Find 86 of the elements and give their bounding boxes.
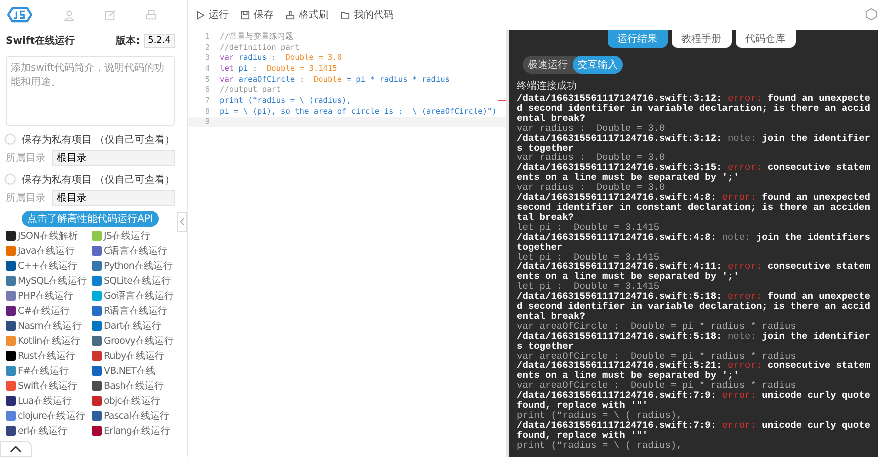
language-link[interactable]: Java在线运行 (6, 244, 75, 258)
language-link[interactable]: R语言在线运行 (92, 304, 168, 318)
printer-icon[interactable] (146, 10, 157, 20)
output-tab[interactable]: 代码仓库 (736, 30, 796, 48)
language-link[interactable]: Nasm在线运行 (6, 319, 82, 333)
description-field[interactable]: 添加swift代码简介，说明代码的功能和用途。 (6, 56, 175, 126)
language-link[interactable]: Rust在线运行 (6, 349, 76, 363)
terminal-source-line: var areaOfCircle : Double = pi * radius * radius (517, 381, 796, 392)
page-title: Swift在线运行 (6, 34, 76, 48)
language-link[interactable]: F#在线运行 (6, 364, 70, 378)
language-link[interactable]: SQLite在线运行 (92, 274, 172, 288)
terminal-status: 终端连接成功 (517, 82, 578, 94)
mode-toggle[interactable]: 极速运行 (523, 56, 573, 74)
language-link[interactable]: Groovy在线运行 (92, 334, 174, 348)
language-link[interactable]: JS在线运行 (92, 229, 150, 243)
language-link[interactable]: erl在线运行 (6, 424, 68, 438)
terminal-diagnostic: /data/166315561117124716.swift:4:11: error: consecutive statements on a line must be separated by ';' (517, 262, 872, 282)
language-link[interactable]: Erlang在线运行 (92, 424, 170, 438)
language-link[interactable]: Ruby在线运行 (92, 349, 165, 363)
language-link[interactable]: objc在线运行 (92, 394, 161, 408)
terminal-source-line: var radius : Double = 3.0 (517, 183, 666, 194)
edit-icon[interactable] (105, 10, 116, 20)
terminal-diagnostic: /data/166315561117124716.swift:5:21: error: consecutive statements on a line must be separated by ';' (517, 361, 872, 382)
terminal-diagnostic: /data/166315561117124716.swift:3:12: note: join the identifiers together (517, 134, 872, 154)
scroll-up-button[interactable] (0, 441, 32, 457)
language-link[interactable]: VB.NET在线 (92, 364, 156, 378)
language-link[interactable]: Go语言在线运行 (92, 289, 174, 303)
toggle-label: 保存为私有项目 （仅自己可查看） (22, 134, 175, 146)
terminal-source-line: let pi : Double = 3.1415 (517, 282, 660, 292)
toggle-switch[interactable] (6, 135, 14, 144)
folder-field[interactable]: 根目录 (52, 150, 175, 166)
terminal-source-line: var areaOfCircle : Double = pi * radius * radius (517, 352, 796, 362)
language-link[interactable]: Python在线运行 (92, 259, 173, 273)
terminal-source-line: var radius : Double = 3.0 (517, 153, 666, 164)
language-link[interactable]: Lua在线运行 (6, 394, 72, 408)
toolbar-button[interactable]: 运行 (194, 8, 231, 22)
terminal-diagnostic: /data/166315561117124716.swift:7:9: error: unicode curly quote found, replace with '"' (517, 420, 872, 441)
language-link[interactable]: C语言在线运行 (92, 244, 168, 258)
language-link[interactable]: C++在线运行 (6, 259, 78, 273)
terminal-diagnostic: /data/166315561117124716.swift:5:18: error: found an unexpected second identifier in variable declaration; is there an accidental break? (517, 292, 872, 322)
mode-toggle[interactable]: 交互输入 (573, 56, 623, 74)
language-link[interactable]: clojure在线运行 (6, 409, 86, 423)
language-link[interactable]: Dart在线运行 (92, 319, 162, 333)
collapse-handle[interactable] (177, 212, 187, 232)
terminal-diagnostic: /data/166315561117124716.swift:3:12: error: found an unexpected second identifier in variable declaration; is there an accidental break? (517, 94, 872, 124)
folder-label: 所属目录 (6, 152, 46, 164)
version-select[interactable]: 5.2.4 (144, 34, 175, 48)
brush-icon (286, 10, 295, 20)
terminal-diagnostic: /data/166315561117124716.swift:7:9: error: unicode curly quote found, replace with '"' (517, 391, 872, 411)
version-label: 版本: (116, 34, 140, 48)
terminal-diagnostic: /data/166315561117124716.swift:4:8: note: join the identifiers together (517, 232, 872, 252)
chevron-up-icon (10, 445, 22, 453)
toggle-switch[interactable] (6, 175, 14, 184)
folder-icon (341, 10, 350, 20)
toolbar-button[interactable]: 保存 (239, 8, 276, 22)
language-link[interactable]: JSON在线解析 (6, 229, 78, 243)
language-link[interactable]: MySQL在线运行 (6, 274, 88, 288)
hexagon-icon[interactable] (865, 8, 878, 21)
language-link[interactable]: PHP在线运行 (6, 289, 74, 303)
toolbar-button[interactable]: 格式刷 (284, 8, 331, 22)
terminal-diagnostic: /data/166315561117124716.swift:3:15: error: consecutive statements on a line must be separated by ';' (517, 163, 872, 184)
save-icon (241, 10, 250, 20)
terminal-source-line: let pi : Double = 3.1415 (517, 252, 660, 262)
toggle-label: 保存为私有项目 （仅自己可查看） (22, 174, 175, 186)
terminal-diagnostic: /data/166315561117124716.swift:4:8: error: found an unexpected second identifier in constant declaration; is there an accidental break? (517, 193, 872, 223)
language-link[interactable]: Pascal在线运行 (92, 409, 170, 423)
terminal-source-line: let pi : Double = 3.1415 (517, 222, 661, 233)
logo-icon[interactable] (6, 6, 34, 24)
folder-field[interactable]: 根目录 (52, 190, 175, 206)
api-button[interactable]: 点击了解高性能代码运行API (22, 211, 160, 227)
folder-label: 所属目录 (6, 192, 46, 204)
terminal-diagnostic: /data/166315561117124716.swift:5:18: note: join the identifiers together (517, 332, 872, 352)
language-link[interactable]: Bash在线运行 (92, 379, 164, 393)
language-link[interactable]: Kotlin在线运行 (6, 334, 81, 348)
terminal-source-line: print (“radius = \ ( radius), (517, 411, 684, 421)
toolbar-button[interactable]: 我的代码 (339, 8, 396, 22)
output-tab[interactable]: 教程手册 (672, 30, 732, 48)
terminal-source-line: print (“radius = \ ( radius), (517, 440, 684, 451)
terminal-source-line: var radius : Double = 3.0 (517, 124, 666, 134)
output-tab[interactable]: 运行结果 (608, 30, 668, 48)
user-icon[interactable] (64, 10, 75, 20)
error-marker (498, 100, 506, 101)
play-icon (196, 10, 205, 20)
terminal-source-line: var areaOfCircle : Double = pi * radius * radius (517, 322, 798, 332)
language-link[interactable]: Swift在线运行 (6, 379, 78, 393)
language-link[interactable]: C#在线运行 (6, 304, 70, 318)
